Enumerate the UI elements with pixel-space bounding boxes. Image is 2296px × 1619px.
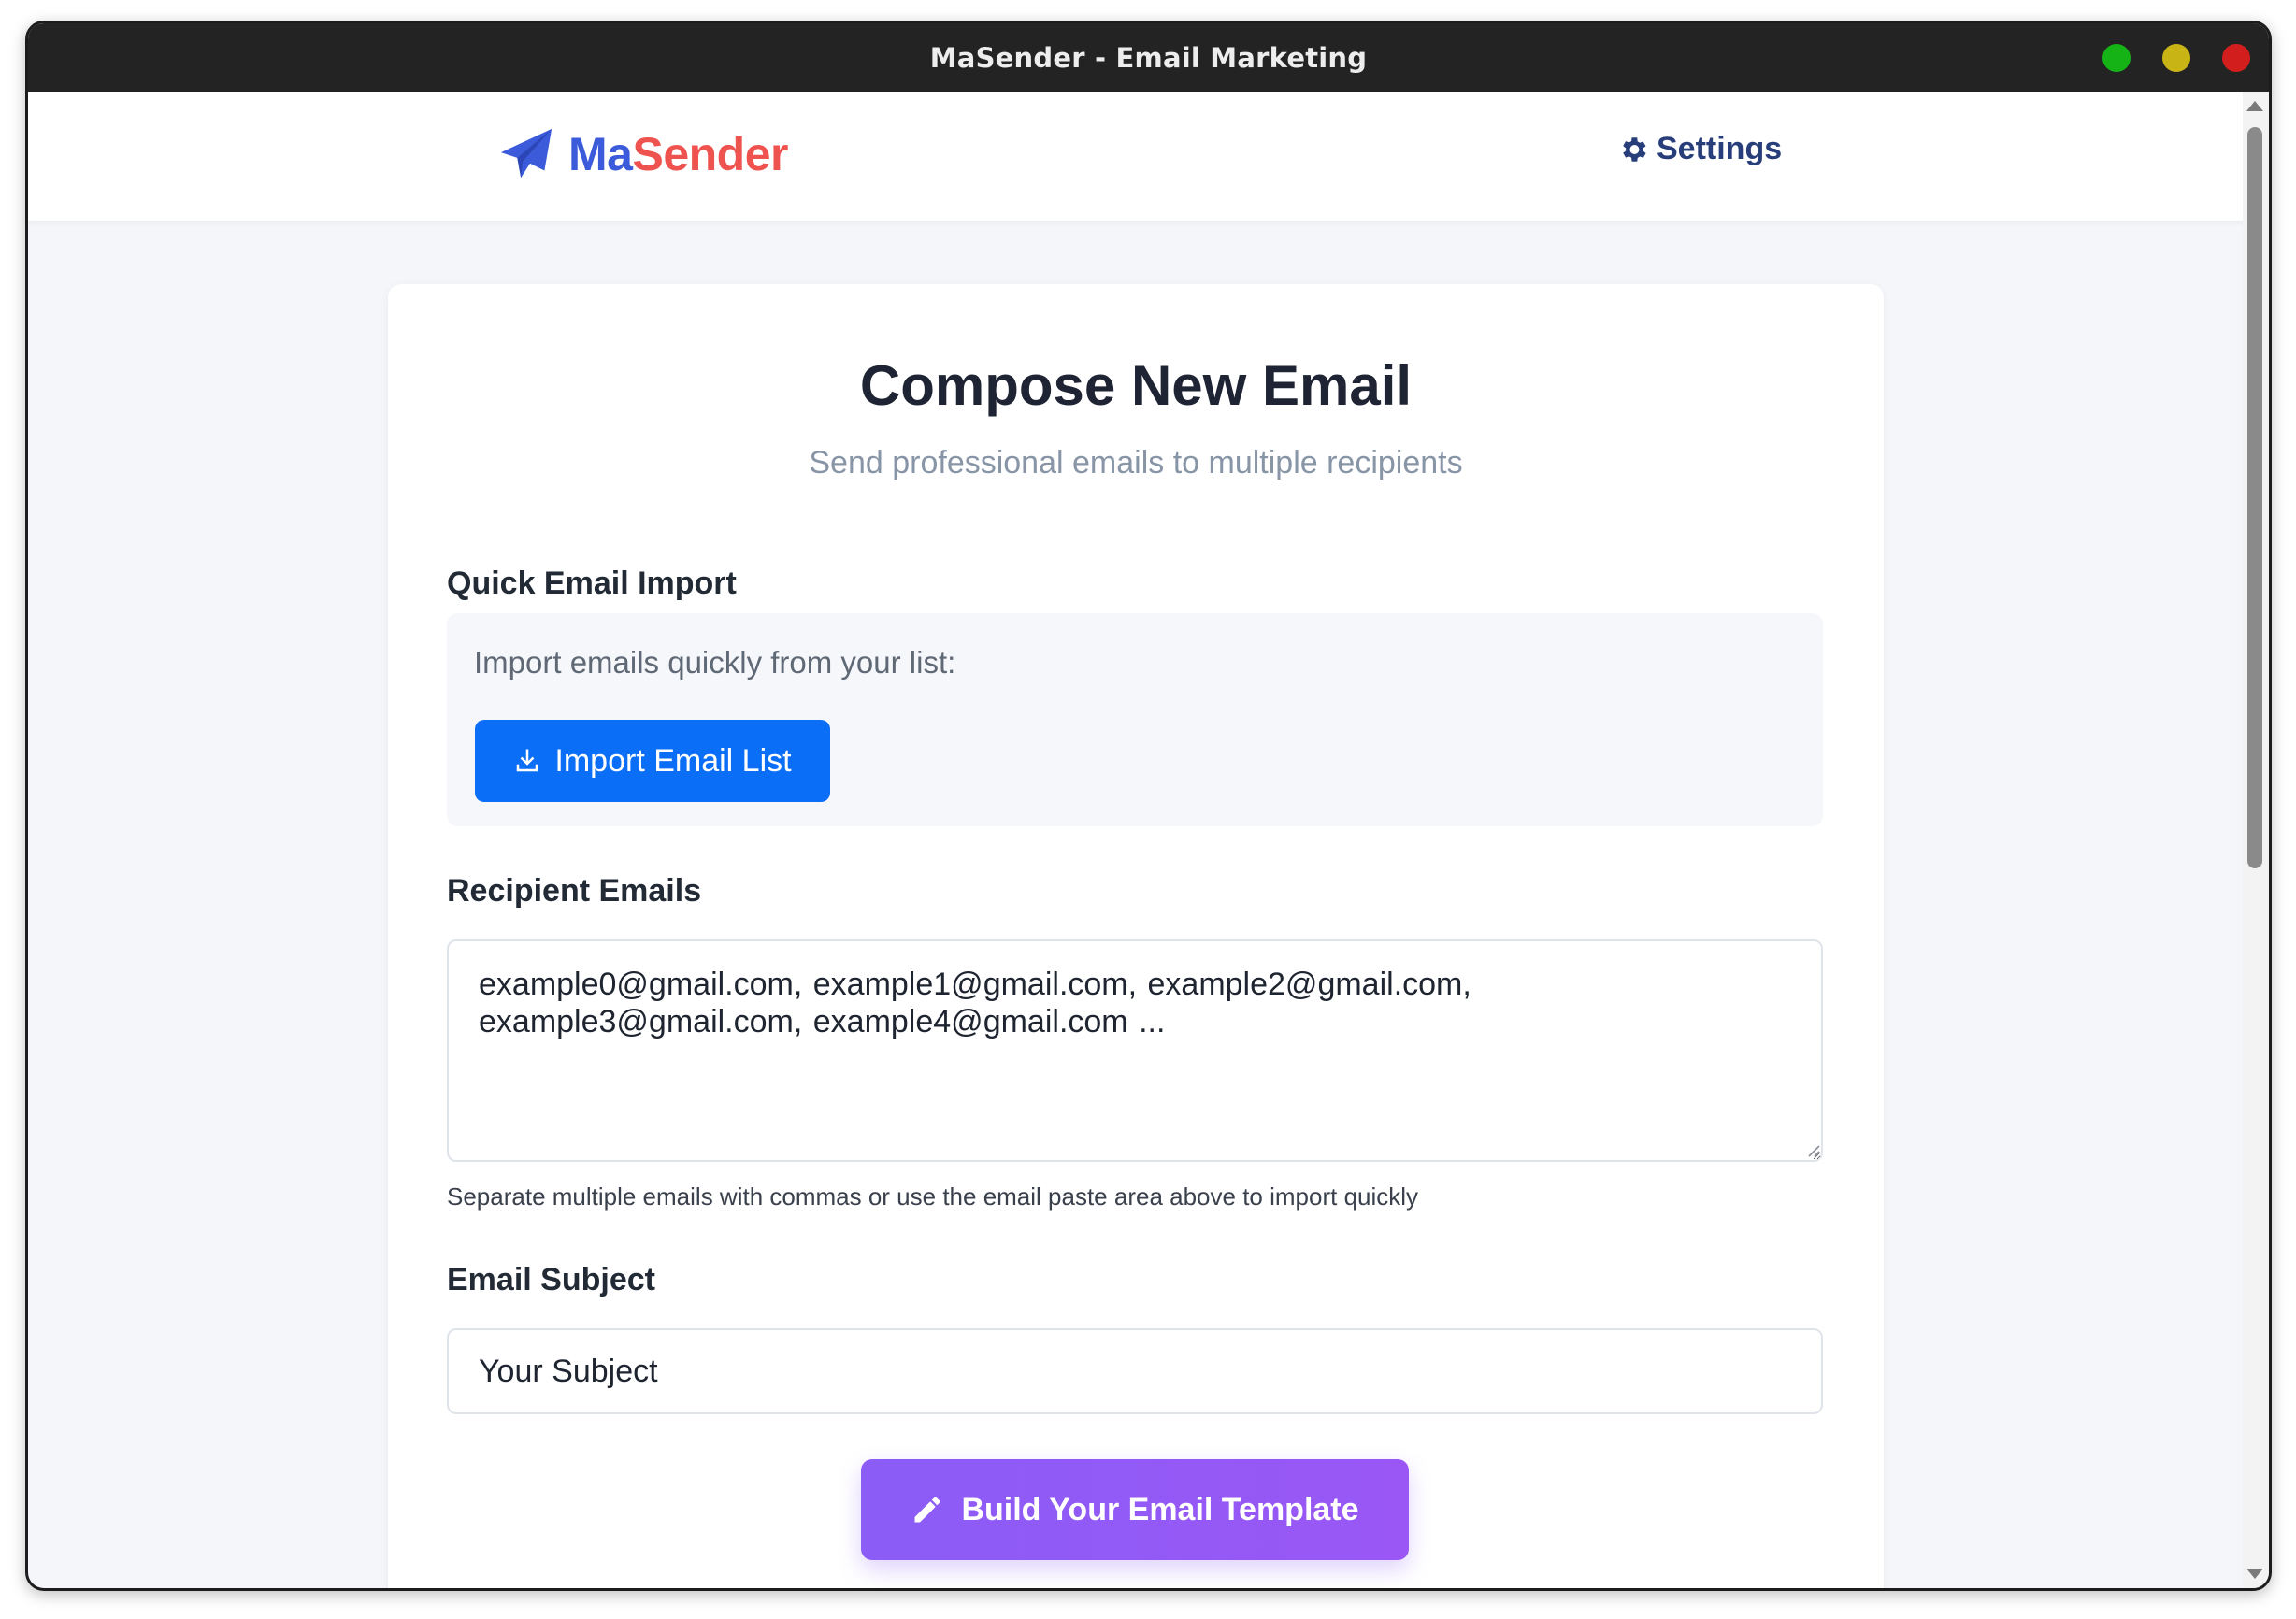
quick-import-label: Quick Email Import xyxy=(447,566,737,601)
quick-import-panel: Import emails quickly from your list: Im… xyxy=(447,613,1823,826)
scroll-down-icon[interactable] xyxy=(2246,1569,2263,1579)
scrollbar-thumb[interactable] xyxy=(2247,127,2262,868)
scroll-up-icon[interactable] xyxy=(2246,101,2263,111)
build-template-button[interactable]: Build Your Email Template xyxy=(861,1459,1409,1560)
pencil-icon xyxy=(914,1497,940,1523)
resize-grip-icon[interactable] xyxy=(1807,1144,1820,1157)
compose-card: Compose New Email Send professional emai… xyxy=(388,284,1884,1588)
window-controls xyxy=(2102,23,2250,92)
close-button[interactable] xyxy=(2222,43,2250,72)
window-title: MaSender - Email Marketing xyxy=(929,41,1368,74)
settings-link[interactable]: Settings xyxy=(1617,131,1782,167)
page-subtitle: Send professional emails to multiple rec… xyxy=(809,445,1463,480)
app-header: MaSender Settings xyxy=(28,92,2248,221)
logo-text-sender: Sender xyxy=(632,128,788,180)
recipients-label: Recipient Emails xyxy=(447,873,702,909)
paper-plane-icon xyxy=(500,128,552,179)
gear-icon xyxy=(1623,136,1646,162)
maximize-button[interactable] xyxy=(2102,43,2131,72)
email-subject-input[interactable] xyxy=(447,1328,1823,1414)
subject-label: Email Subject xyxy=(447,1262,655,1297)
app-window: MaSender - Email Marketing MaSender Sett… xyxy=(25,21,2272,1591)
build-template-label: Build Your Email Template xyxy=(961,1491,1359,1527)
page-viewport: MaSender Settings Compose New Email Send… xyxy=(28,92,2269,1588)
import-email-list-button[interactable]: Import Email List xyxy=(475,720,830,802)
quick-import-description: Import emails quickly from your list: xyxy=(474,645,956,680)
recipients-hint: Separate multiple emails with commas or … xyxy=(447,1182,1419,1211)
recipient-emails-textarea[interactable] xyxy=(447,939,1823,1162)
title-bar[interactable]: MaSender - Email Marketing xyxy=(28,23,2269,92)
import-button-label: Import Email List xyxy=(554,742,792,779)
settings-label: Settings xyxy=(1657,131,1783,166)
page-title: Compose New Email xyxy=(859,354,1413,417)
download-icon xyxy=(517,749,538,772)
vertical-scrollbar[interactable] xyxy=(2243,92,2269,1588)
logo-text-ma: Ma xyxy=(568,128,633,180)
logo[interactable]: MaSender xyxy=(497,125,788,183)
minimize-button[interactable] xyxy=(2162,43,2190,72)
